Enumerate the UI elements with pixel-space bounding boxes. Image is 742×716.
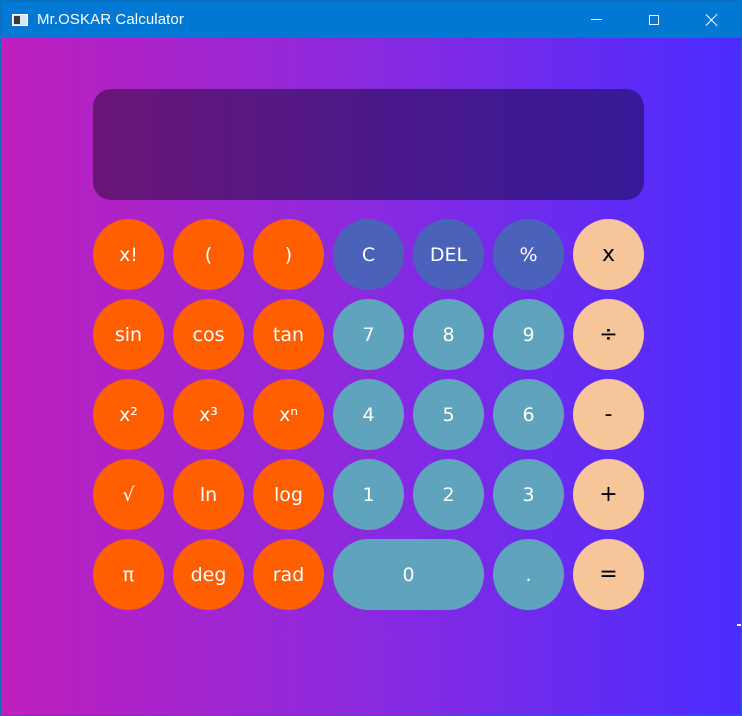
- percent-key[interactable]: %: [493, 219, 564, 290]
- close-icon: [705, 13, 719, 27]
- pi-key[interactable]: π: [93, 539, 164, 610]
- equals-key[interactable]: =: [573, 539, 644, 610]
- keypad: x! ( ) C DEL % x sin cos tan 7 8 9 ÷ x² …: [93, 219, 644, 610]
- calculator-window: Mr.OSKAR Calculator x! ( ) C DEL % x sin…: [0, 0, 742, 716]
- tan-key[interactable]: tan: [253, 299, 324, 370]
- minimize-button[interactable]: [567, 1, 625, 38]
- maximize-button[interactable]: [625, 1, 683, 38]
- square-key[interactable]: x²: [93, 379, 164, 450]
- window-title: Mr.OSKAR Calculator: [37, 11, 184, 28]
- window-controls: [567, 1, 741, 38]
- multiply-key[interactable]: x: [573, 219, 644, 290]
- digit-4-key[interactable]: 4: [333, 379, 404, 450]
- digit-1-key[interactable]: 1: [333, 459, 404, 530]
- digit-6-key[interactable]: 6: [493, 379, 564, 450]
- ln-key[interactable]: ln: [173, 459, 244, 530]
- delete-key[interactable]: DEL: [413, 219, 484, 290]
- deg-key[interactable]: deg: [173, 539, 244, 610]
- cos-key[interactable]: cos: [173, 299, 244, 370]
- calculator-body: x! ( ) C DEL % x sin cos tan 7 8 9 ÷ x² …: [1, 38, 741, 715]
- digit-5-key[interactable]: 5: [413, 379, 484, 450]
- subtract-key[interactable]: -: [573, 379, 644, 450]
- window-edge-marker: [737, 624, 741, 626]
- sqrt-key[interactable]: √: [93, 459, 164, 530]
- digit-3-key[interactable]: 3: [493, 459, 564, 530]
- digit-0-key[interactable]: 0: [333, 539, 484, 610]
- sin-key[interactable]: sin: [93, 299, 164, 370]
- log-key[interactable]: log: [253, 459, 324, 530]
- digit-8-key[interactable]: 8: [413, 299, 484, 370]
- title-bar[interactable]: Mr.OSKAR Calculator: [1, 1, 741, 38]
- decimal-key[interactable]: .: [493, 539, 564, 610]
- clear-key[interactable]: C: [333, 219, 404, 290]
- close-button[interactable]: [683, 1, 741, 38]
- maximize-icon: [649, 14, 659, 25]
- factorial-key[interactable]: x!: [93, 219, 164, 290]
- divide-key[interactable]: ÷: [573, 299, 644, 370]
- open-paren-key[interactable]: (: [173, 219, 244, 290]
- digit-9-key[interactable]: 9: [493, 299, 564, 370]
- app-icon: [12, 13, 28, 26]
- calculator-display: [93, 89, 644, 200]
- cube-key[interactable]: x³: [173, 379, 244, 450]
- minimize-icon: [590, 19, 602, 20]
- digit-7-key[interactable]: 7: [333, 299, 404, 370]
- add-key[interactable]: +: [573, 459, 644, 530]
- rad-key[interactable]: rad: [253, 539, 324, 610]
- close-paren-key[interactable]: ): [253, 219, 324, 290]
- power-key[interactable]: xⁿ: [253, 379, 324, 450]
- digit-2-key[interactable]: 2: [413, 459, 484, 530]
